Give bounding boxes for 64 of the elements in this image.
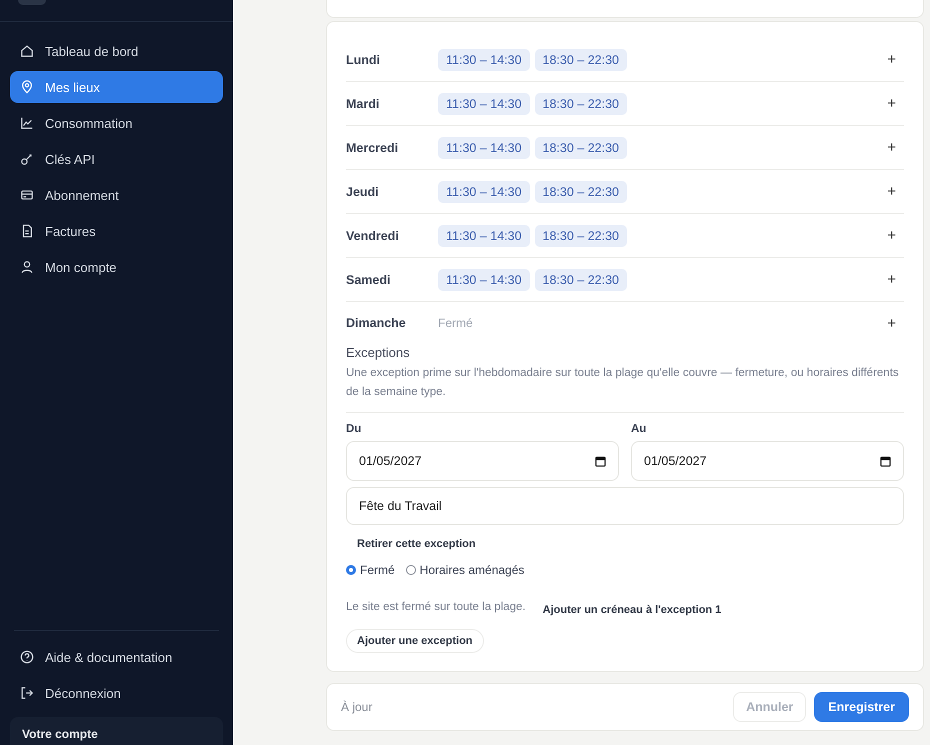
card-icon	[20, 188, 34, 202]
nav-item[interactable]: Déconnexion	[14, 677, 219, 709]
time-slot-chip[interactable]: 18:30 – 22:30	[534, 224, 627, 246]
day-label: Dimanche	[346, 316, 407, 330]
time-slot-chip[interactable]: 11:30 – 14:30	[438, 48, 530, 70]
day-label: Jeudi	[346, 184, 380, 198]
pin-icon	[20, 80, 34, 94]
field-label: Du	[346, 423, 362, 435]
save-button[interactable]: Enregistrer	[814, 692, 909, 722]
section-title: Exceptions	[346, 345, 411, 360]
closed-label: Fermé	[438, 316, 473, 330]
day-label: Mardi	[346, 96, 380, 110]
time-slot-chip[interactable]: 11:30 – 14:30	[438, 224, 530, 246]
nav-item[interactable]: Factures	[10, 215, 223, 247]
document-icon	[20, 224, 34, 238]
time-slot-chip[interactable]: 18:30 – 22:30	[534, 136, 627, 158]
time-slot-chip[interactable]: 11:30 – 14:30	[438, 180, 530, 202]
key-icon	[20, 152, 34, 166]
remove-exception-button[interactable]: Retirer cette exception	[357, 538, 476, 550]
section-description: Une exception prime sur l'hebdomadaire sur toute la plage qu'elle couvre — fermeture, ou horaires différents de la semaine type.	[346, 364, 904, 413]
calendar-icon	[880, 456, 891, 466]
time-slot-chip[interactable]: 18:30 – 22:30	[534, 180, 627, 202]
add-slot-button[interactable]: +	[879, 95, 904, 112]
field-label: Au	[631, 423, 648, 435]
day-label: Samedi	[346, 272, 392, 286]
day-label: Vendredi	[346, 228, 400, 242]
user-icon	[20, 260, 34, 274]
add-slot-button[interactable]: +	[879, 314, 904, 332]
radio-option[interactable]: Horaires aménagés	[406, 563, 524, 577]
radio-option[interactable]: Fermé	[346, 563, 395, 577]
date-field[interactable]: 01/05/2027	[346, 441, 619, 481]
time-slot-chip[interactable]: 18:30 – 22:30	[534, 92, 627, 114]
date-field[interactable]: 01/05/2027	[631, 441, 904, 481]
logout-icon	[20, 686, 34, 700]
home-icon	[20, 44, 34, 58]
day-label: Lundi	[346, 52, 382, 66]
help-icon	[20, 650, 34, 664]
calendar-icon	[595, 456, 606, 466]
time-slot-chip[interactable]: 18:30 – 22:30	[534, 48, 627, 70]
day-label: Mercredi	[346, 140, 400, 154]
time-slot-chip[interactable]: 11:30 – 14:30	[438, 92, 530, 114]
nav-item[interactable]: Clés API	[10, 143, 223, 175]
add-slot-button[interactable]: +	[879, 51, 904, 68]
nav-item[interactable]: Mon compte	[10, 251, 223, 283]
time-slot-chip[interactable]: 11:30 – 14:30	[438, 268, 530, 290]
add-slot-button[interactable]: +	[879, 183, 904, 200]
time-slot-chip[interactable]: 11:30 – 14:30	[438, 136, 530, 158]
nav-item[interactable]: Aide & documentation	[14, 641, 219, 673]
add-slot-link[interactable]: Ajouter un créneau à l'exception 1	[542, 604, 722, 616]
add-exception-button[interactable]: Ajouter une exception	[346, 629, 484, 653]
add-slot-button[interactable]: +	[879, 139, 904, 156]
add-slot-button[interactable]: +	[879, 227, 904, 244]
nav-item[interactable]: Mes lieux	[10, 71, 223, 103]
nav-item[interactable]: Tableau de bord	[10, 35, 223, 67]
nav-item[interactable]: Consommation	[10, 107, 223, 139]
logo-icon	[18, 0, 46, 5]
nav-item[interactable]: Abonnement	[10, 179, 223, 211]
status-text: À jour	[341, 700, 372, 714]
add-slot-button[interactable]: +	[879, 271, 904, 288]
time-slot-chip[interactable]: 18:30 – 22:30	[534, 268, 627, 290]
account-title: Votre compte	[22, 727, 98, 741]
closed-note: Le site est fermé sur toute la plage.	[346, 600, 526, 612]
input-field[interactable]: Fête du Travail	[346, 487, 904, 525]
chart-icon	[20, 116, 34, 130]
